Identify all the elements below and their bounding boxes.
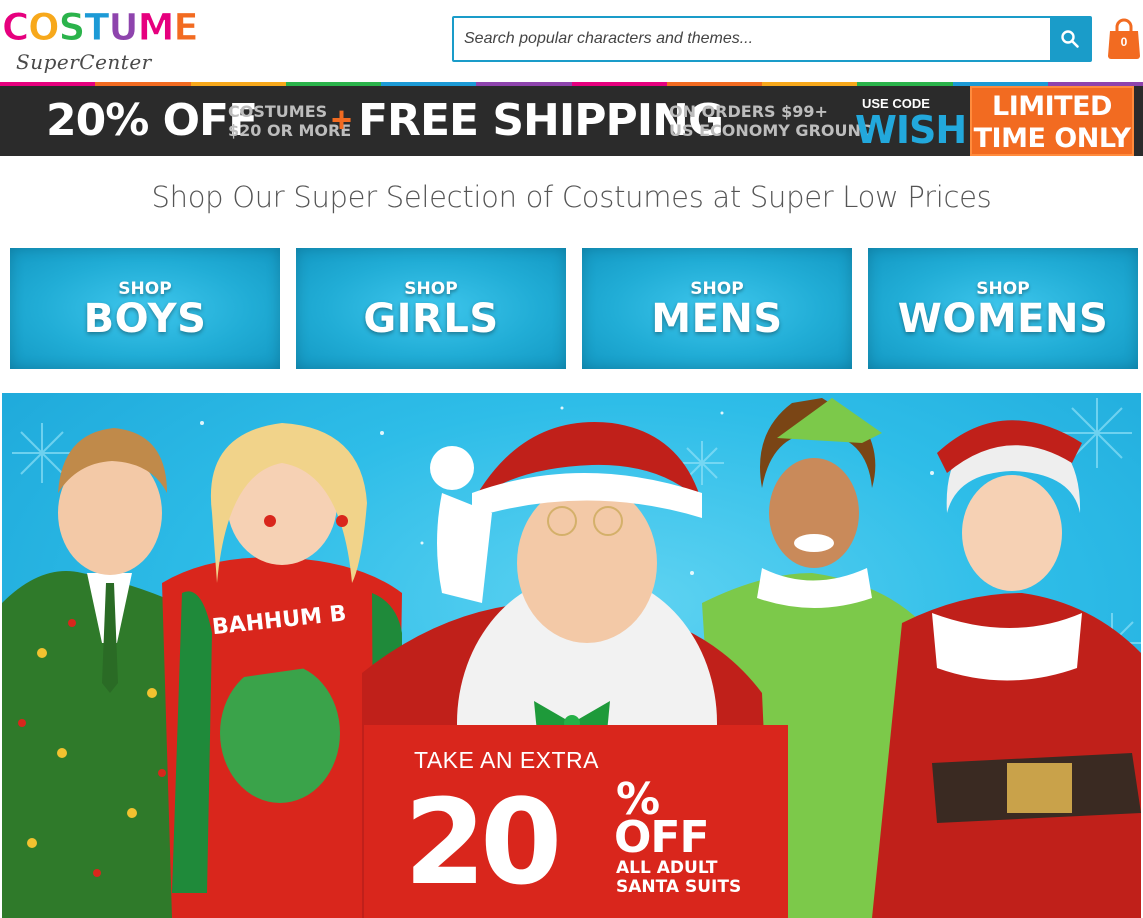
- offer-value: 20: [404, 773, 562, 911]
- logo-letter: C: [1, 6, 29, 50]
- tile-category-name: GIRLS: [363, 296, 499, 342]
- tile-category-name: MENS: [651, 296, 783, 342]
- offer-subtext: ALL ADULT SANTA SUITS: [616, 859, 741, 897]
- logo-letter: S: [58, 6, 86, 50]
- site-header: C O S T U M E SuperCenter 0: [0, 0, 1143, 86]
- logo-letter: O: [28, 6, 61, 50]
- page-tagline: Shop Our Super Selection of Costumes at …: [151, 180, 992, 214]
- search-icon: [1061, 30, 1079, 48]
- logo-wordmark: C O S T U M E: [1, 6, 199, 50]
- promo-shipping-detail: ON ORDERS $99+: [669, 102, 828, 121]
- logo-letter: M: [137, 6, 175, 50]
- promo-discount-detail: COSTUMES: [228, 102, 328, 121]
- search-input[interactable]: [454, 18, 1050, 60]
- offer-off: OFF: [614, 812, 710, 863]
- shop-mens-tile[interactable]: SHOP MENS: [582, 248, 852, 369]
- limited-time-line: TIME ONLY: [973, 123, 1131, 154]
- santa-suit-offer: TAKE AN EXTRA 20 % OFF ALL ADULT SANTA S…: [364, 725, 788, 918]
- logo-letter: E: [173, 6, 199, 50]
- holiday-hero-banner[interactable]: BAHHUM B TAKE AN EXTRA 20 % OFF ALL ADUL…: [2, 393, 1141, 918]
- promo-discount: 20% OFF: [46, 95, 258, 146]
- search-button[interactable]: [1050, 18, 1090, 60]
- cart-count-badge: 0: [1120, 35, 1128, 49]
- mrs-claus-figure: [872, 420, 1141, 918]
- costume-supercenter-logo[interactable]: C O S T U M E SuperCenter: [1, 6, 199, 78]
- shop-womens-tile[interactable]: SHOP WOMENS: [868, 248, 1138, 369]
- logo-letter: T: [84, 6, 110, 50]
- shop-boys-tile[interactable]: SHOP BOYS: [10, 248, 280, 369]
- shop-girls-tile[interactable]: SHOP GIRLS: [296, 248, 566, 369]
- limited-time-line: LIMITED: [992, 91, 1112, 122]
- boy-figure: [2, 428, 192, 918]
- logo-subtext: SuperCenter: [16, 50, 152, 74]
- offer-headline: TAKE AN EXTRA: [414, 747, 600, 773]
- promo-shipping-detail: US ECONOMY GROUND: [669, 121, 875, 140]
- limited-time-badge: LIMITED TIME ONLY: [970, 86, 1134, 156]
- offer-subtext-line: ALL ADULT: [616, 858, 718, 878]
- logo-letter: U: [108, 6, 139, 50]
- promo-banner[interactable]: 20% OFF COSTUMES $20 OR MORE + FREE SHIP…: [0, 86, 1143, 156]
- tile-category-name: WOMENS: [897, 296, 1109, 342]
- tile-category-name: BOYS: [83, 296, 207, 342]
- shopping-cart-button[interactable]: 0: [1106, 16, 1142, 60]
- promo-plus: +: [331, 99, 353, 140]
- search-bar: [452, 16, 1092, 62]
- offer-subtext-line: SANTA SUITS: [616, 877, 742, 897]
- promo-code: WISH: [855, 108, 967, 152]
